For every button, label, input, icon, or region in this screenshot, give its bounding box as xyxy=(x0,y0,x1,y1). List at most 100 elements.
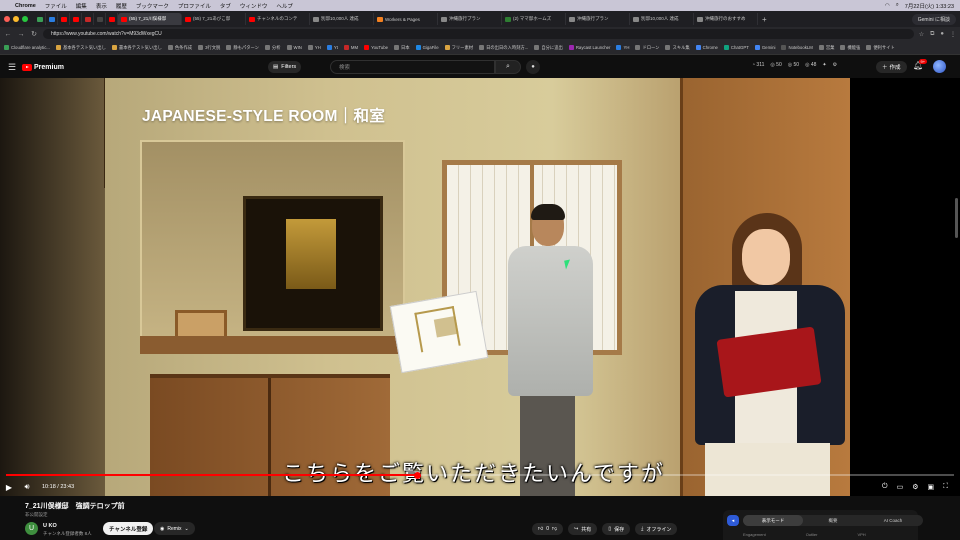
tab-overview[interactable]: 概要 xyxy=(803,515,863,526)
fullscreen-icon[interactable]: ⛶ xyxy=(943,483,948,491)
pinned-tab[interactable] xyxy=(70,13,82,25)
pinned-tab[interactable] xyxy=(82,13,94,25)
back-icon[interactable]: ← xyxy=(4,31,12,38)
wifi-icon[interactable]: ◠ xyxy=(885,3,890,9)
browser-tab[interactable]: (55) 7_21川俣様邸 xyxy=(118,13,182,25)
bookmark-star-icon[interactable]: ☆ xyxy=(919,31,924,38)
bookmark-item[interactable]: ドローン xyxy=(635,45,659,51)
bookmark-item[interactable]: 便利サイト xyxy=(866,45,895,51)
extension-icon[interactable]: ✦ xyxy=(822,62,826,68)
save-button[interactable]: ▯ 保存 xyxy=(602,523,631,535)
bookmark-item[interactable]: 自分に追出 xyxy=(534,45,563,51)
stat-item[interactable]: ◎ 48 xyxy=(805,62,816,68)
browser-tab[interactable]: (55) 7_21あびこ邸 xyxy=(182,13,246,25)
reload-icon[interactable]: ↻ xyxy=(30,30,38,38)
page-scrollbar[interactable] xyxy=(955,198,958,238)
thumbs-up-icon[interactable]: 👍︎ xyxy=(538,526,543,532)
bookmark-item[interactable]: Chrome xyxy=(695,45,718,50)
more-menu-icon[interactable]: ⋮ xyxy=(950,31,956,38)
account-avatar[interactable] xyxy=(933,60,946,73)
bookmark-item[interactable]: YH xyxy=(307,45,321,50)
forward-icon[interactable]: → xyxy=(17,31,25,38)
profile-icon[interactable]: ● xyxy=(940,31,944,38)
browser-tab[interactable]: 別邸10,000人 達成 xyxy=(630,13,694,25)
tab-display-mode[interactable]: 表示モード xyxy=(743,515,803,526)
bookmark-item[interactable]: WIN xyxy=(286,45,302,50)
bookmark-item[interactable]: GigaFile xyxy=(415,45,439,50)
zoom-window-button[interactable] xyxy=(22,16,28,22)
voice-search-button[interactable]: ● xyxy=(526,60,540,74)
bookmark-item[interactable]: フリー素材 xyxy=(444,45,473,51)
browser-tab[interactable]: (2) ママ邸ホームズ xyxy=(502,13,566,25)
menubar-app-name[interactable]: Chrome xyxy=(15,3,36,9)
bookmark-item[interactable]: 日の出日の入時刻方... xyxy=(479,45,528,51)
tab-ai-coach[interactable]: AI Coach xyxy=(863,515,923,526)
pinned-tab[interactable] xyxy=(46,13,58,25)
bookmark-item[interactable]: Raycast Launcher xyxy=(568,45,610,50)
bookmark-item[interactable]: YouTube xyxy=(364,45,388,50)
bookmark-item[interactable]: 日本 xyxy=(393,45,410,51)
thumbs-down-icon[interactable]: 👎︎ xyxy=(552,526,557,532)
panel-extension-icon[interactable]: ◂ xyxy=(727,515,739,526)
menubar-item-history[interactable]: 履歴 xyxy=(116,2,127,10)
create-button[interactable]: ＋ 作成 xyxy=(876,61,907,73)
bookmark-item[interactable]: 基本各テスト気い出し xyxy=(55,45,106,51)
share-button[interactable]: ↪ 共有 xyxy=(568,523,598,535)
menubar-clock[interactable]: 7月22日(火) 1:33:23 xyxy=(905,2,954,10)
channel-avatar[interactable]: U xyxy=(25,522,38,535)
pinned-tab[interactable] xyxy=(106,13,118,25)
bookmark-item[interactable]: ChatGPT xyxy=(723,45,749,50)
play-icon[interactable]: ▶ xyxy=(0,483,18,492)
bookmark-item[interactable]: 機能強 xyxy=(840,45,860,51)
video-player[interactable]: JAPANESE-STYLE ROOM｜和室 こちらをご覧いただきたいんですが … xyxy=(0,78,960,496)
bookmark-item[interactable]: YH xyxy=(616,45,629,50)
menubar-item-window[interactable]: ウィンドウ xyxy=(240,2,268,10)
bookmark-item[interactable]: Cloudflare analytic... xyxy=(4,45,50,50)
bookmark-item[interactable]: 3行文脱 xyxy=(198,45,220,51)
menubar-item-tab[interactable]: タブ xyxy=(220,2,231,10)
pinned-tab[interactable] xyxy=(34,13,46,25)
bookmark-item[interactable]: Yt xyxy=(326,45,338,50)
pinned-tab[interactable] xyxy=(58,13,70,25)
menubar-item-view[interactable]: 表示 xyxy=(96,2,107,10)
minimize-window-button[interactable] xyxy=(13,16,19,22)
new-tab-button[interactable]: + xyxy=(762,15,767,24)
video-progress-bar[interactable] xyxy=(6,471,954,479)
search-icon[interactable]: ⌕ xyxy=(896,2,899,9)
gemini-button[interactable]: Gemini に相談 xyxy=(911,13,956,25)
browser-tab[interactable]: 沖縄旅行プラン xyxy=(438,13,502,25)
volume-icon[interactable]: 🔊︎ xyxy=(18,482,36,492)
offline-download-button[interactable]: ⤓ オフライン xyxy=(635,523,678,535)
browser-tab[interactable]: チャンネルのコンテ xyxy=(246,13,310,25)
browser-tab[interactable]: 別邸10,000人 達成 xyxy=(310,13,374,25)
browser-tab[interactable]: 沖縄旅行プラン xyxy=(566,13,630,25)
bookmark-item[interactable]: NotebookLM xyxy=(781,45,813,50)
menubar-item-help[interactable]: ヘルプ xyxy=(276,2,293,10)
youtube-logo[interactable]: Premium xyxy=(22,63,64,71)
stat-item[interactable]: ◎ 50 xyxy=(770,62,781,68)
bookmark-item[interactable]: スキル集 xyxy=(665,45,690,51)
channel-name[interactable]: U KO xyxy=(43,523,57,529)
remix-button[interactable]: ◉ Remix ⌄ xyxy=(154,522,195,535)
bookmark-item[interactable]: Gemini xyxy=(754,45,775,50)
bookmark-item[interactable]: 営業 xyxy=(818,45,834,51)
filters-button[interactable]: ▤ Filters xyxy=(268,61,302,73)
miniplayer-icon[interactable]: ▣ xyxy=(927,483,934,491)
extension-icon[interactable]: ⚙ xyxy=(833,62,837,68)
bookmark-item[interactable]: MM xyxy=(343,45,358,50)
captions-icon[interactable]: ▭ xyxy=(897,483,904,491)
search-input[interactable]: 検索 xyxy=(330,60,495,74)
bookmark-item[interactable]: 静もパターン xyxy=(226,45,259,51)
bookmark-item[interactable]: 分析 xyxy=(264,45,281,51)
video-progress-knob[interactable] xyxy=(413,471,421,479)
menubar-item-edit[interactable]: 編集 xyxy=(76,2,87,10)
browser-tab[interactable]: 沖縄旅行のおすすめ xyxy=(694,13,758,25)
close-window-button[interactable] xyxy=(4,16,10,22)
extensions-icon[interactable]: ⧉ xyxy=(930,31,934,38)
menubar-item-file[interactable]: ファイル xyxy=(45,2,67,10)
autoplay-toggle-icon[interactable]: ⏻ xyxy=(882,483,888,491)
settings-gear-icon[interactable]: ⚙ xyxy=(912,483,918,491)
stat-item[interactable]: ◎ 50 xyxy=(788,62,799,68)
bookmark-item[interactable]: 書本各テスト気い出し xyxy=(111,45,162,51)
pinned-tab[interactable] xyxy=(94,13,106,25)
